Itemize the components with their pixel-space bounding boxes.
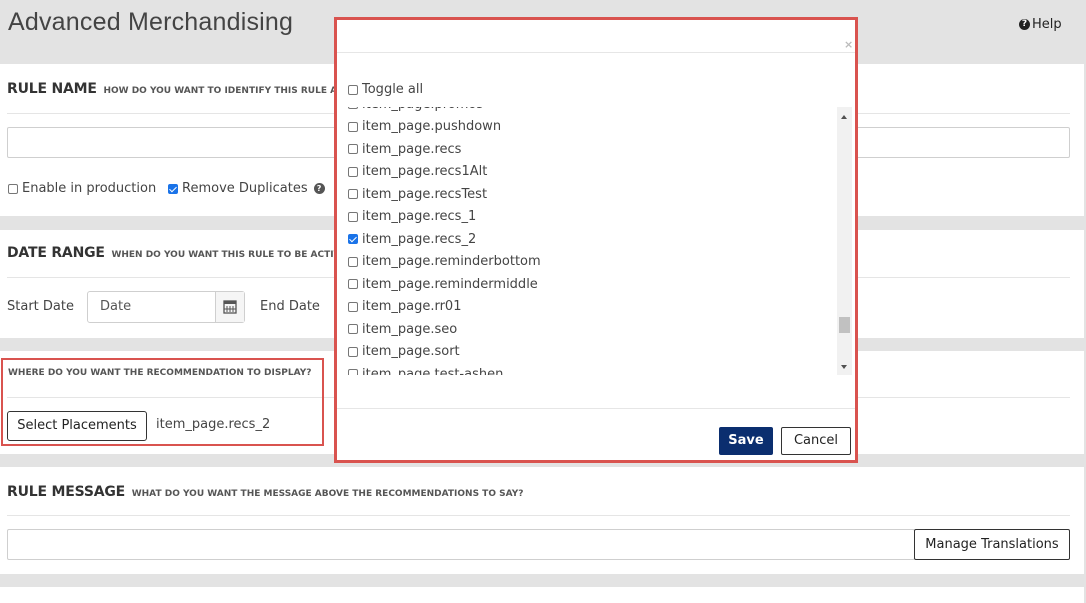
calendar-icon[interactable] (215, 292, 244, 322)
placement-checkbox[interactable] (348, 211, 358, 222)
rule-message-input[interactable] (7, 529, 915, 560)
placement-modal: × Toggle all item_page.promositem_page.p… (334, 17, 858, 463)
scroll-down-arrow-icon[interactable] (841, 365, 847, 369)
list-item[interactable]: item_page.promos (345, 107, 825, 116)
placement-checkbox[interactable] (348, 369, 358, 375)
list-item[interactable]: item_page.sort (345, 341, 825, 364)
placement-label: item_page.promos (362, 107, 483, 112)
rule-name-heading: RULE NAME HOW DO YOU WANT TO IDENTIFY TH… (7, 81, 345, 97)
help-label: Help (1032, 17, 1062, 32)
start-date-input[interactable]: Date (87, 291, 245, 323)
placement-label: item_page.recs1Alt (362, 164, 488, 180)
modal-header-divider (337, 52, 855, 53)
placement-label: item_page.sort (362, 344, 460, 360)
enable-in-production[interactable]: Enable in production (8, 181, 156, 196)
rule-name-subtitle: HOW DO YOU WANT TO IDENTIFY THIS RULE AN (103, 86, 345, 96)
scroll-up-arrow-icon[interactable] (841, 115, 847, 119)
enable-checkbox[interactable] (8, 183, 18, 194)
scrollbar[interactable] (837, 107, 852, 375)
placement-label: item_page.recs (362, 141, 462, 157)
list-item[interactable]: item_page.recs_2 (345, 228, 825, 251)
list-item[interactable]: item_page.rr01 (345, 296, 825, 319)
list-item[interactable]: item_page.recs1Alt (345, 161, 825, 184)
list-item[interactable]: item_page.seo (345, 318, 825, 341)
placement-checkbox[interactable] (348, 279, 358, 290)
placement-label: item_page.seo (362, 321, 458, 337)
placement-label: item_page.remindermiddle (362, 276, 538, 292)
list-item[interactable]: item_page.recsTest (345, 183, 825, 206)
list-item[interactable]: item_page.reminderbottom (345, 251, 825, 274)
modal-footer-divider (337, 408, 855, 409)
placement-highlight (1, 358, 324, 446)
placement-checkbox[interactable] (348, 189, 358, 200)
rule-message-subtitle: WHAT DO YOU WANT THE MESSAGE ABOVE THE R… (131, 489, 524, 499)
list-item[interactable]: item_page.remindermiddle (345, 273, 825, 296)
date-range-heading: DATE RANGE WHEN DO YOU WANT THIS RULE TO… (7, 245, 341, 261)
list-item[interactable]: item_page.recs_1 (345, 206, 825, 229)
info-icon[interactable]: ? (313, 183, 325, 194)
divider (7, 515, 1070, 516)
remove-duplicates-checkbox[interactable] (168, 183, 178, 194)
end-date-label: End Date (260, 299, 320, 314)
placement-checkbox[interactable] (348, 121, 358, 132)
placement-checkbox[interactable] (348, 144, 358, 155)
list-item[interactable]: item_page.test-ashen (345, 363, 825, 375)
manage-translations-button[interactable]: Manage Translations (914, 529, 1070, 560)
page-title: Advanced Merchandising (8, 8, 294, 36)
start-date-label: Start Date (7, 299, 74, 314)
placement-checkbox[interactable] (348, 346, 358, 357)
placement-label: item_page.recs_2 (362, 231, 477, 247)
toggle-all-checkbox[interactable] (348, 84, 358, 95)
save-button[interactable]: Save (719, 427, 773, 455)
scrollbar-thumb[interactable] (839, 317, 850, 333)
placement-label: item_page.rr01 (362, 299, 462, 315)
placement-label: item_page.reminderbottom (362, 254, 541, 270)
remove-duplicates[interactable]: Remove Duplicates ? (168, 181, 325, 196)
placement-label: item_page.recsTest (362, 186, 488, 202)
next-card (0, 587, 1084, 603)
placement-checkbox[interactable] (348, 301, 358, 312)
help-link[interactable]: ? Help (1019, 17, 1062, 32)
placement-label: item_page.pushdown (362, 119, 502, 135)
list-item[interactable]: item_page.recs (345, 138, 825, 161)
cancel-button[interactable]: Cancel (781, 427, 851, 455)
close-icon[interactable]: × (844, 38, 853, 51)
rule-message-card: RULE MESSAGE WHAT DO YOU WANT THE MESSAG… (0, 467, 1084, 574)
placement-checkbox[interactable] (348, 256, 358, 267)
placement-checkbox[interactable] (348, 107, 358, 110)
toggle-all[interactable]: Toggle all (348, 82, 423, 97)
remove-duplicates-label: Remove Duplicates (182, 181, 308, 196)
enable-label: Enable in production (22, 181, 157, 196)
list-item[interactable]: item_page.pushdown (345, 116, 825, 139)
placement-label: item_page.recs_1 (362, 209, 477, 225)
date-range-subtitle: WHEN DO YOU WANT THIS RULE TO BE ACTIV (111, 250, 341, 260)
question-circle-icon: ? (1019, 19, 1030, 30)
placement-checkbox[interactable] (348, 166, 358, 177)
placement-list[interactable]: item_page.promos item_page.pushdown item_p… (345, 107, 852, 375)
rule-message-heading: RULE MESSAGE WHAT DO YOU WANT THE MESSAG… (7, 484, 524, 500)
placement-checkbox[interactable] (348, 234, 358, 245)
toggle-all-label: Toggle all (362, 82, 424, 97)
start-date-placeholder: Date (100, 299, 132, 314)
placement-label: item_page.test-ashen (362, 366, 504, 375)
placement-checkbox[interactable] (348, 324, 358, 335)
